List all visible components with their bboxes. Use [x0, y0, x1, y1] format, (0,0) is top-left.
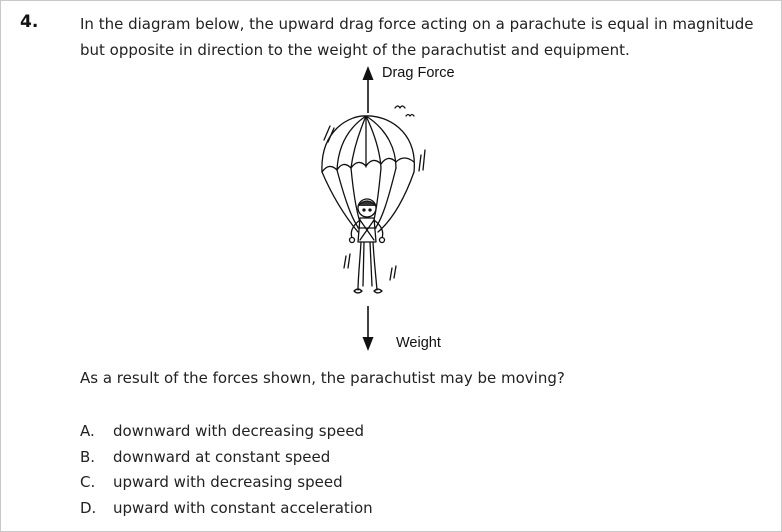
- force-diagram: [300, 60, 500, 360]
- choice-letter: A.: [80, 422, 95, 440]
- question-number: 4.: [20, 12, 39, 32]
- choice-letter: B.: [80, 447, 96, 466]
- choice-d[interactable]: D. upward with constant acceleration: [80, 496, 373, 522]
- choice-text: downward with decreasing speed: [113, 422, 365, 440]
- parachutist-illustration: [321, 105, 426, 294]
- choice-b[interactable]: B. downward at constant speed: [80, 445, 373, 471]
- question-stem: In the diagram below, the upward drag fo…: [80, 15, 754, 59]
- answer-choices: A. downward with decreasing speed B. dow…: [80, 419, 373, 521]
- weight-label: Weight: [396, 335, 441, 351]
- question-prompt: As a result of the forces shown, the par…: [80, 369, 565, 387]
- choice-text: downward at constant speed: [113, 447, 331, 466]
- choice-letter: D.: [80, 498, 97, 517]
- choice-c[interactable]: C. upward with decreasing speed: [80, 470, 373, 496]
- choice-text: upward with constant acceleration: [113, 498, 373, 517]
- choice-letter: C.: [80, 473, 96, 491]
- drag-force-label: Drag Force: [382, 65, 455, 81]
- arrow-up-icon: [362, 66, 374, 113]
- choice-text: upward with decreasing speed: [113, 473, 343, 491]
- choice-a[interactable]: A. downward with decreasing speed: [80, 419, 373, 445]
- arrow-down-icon: [362, 306, 374, 351]
